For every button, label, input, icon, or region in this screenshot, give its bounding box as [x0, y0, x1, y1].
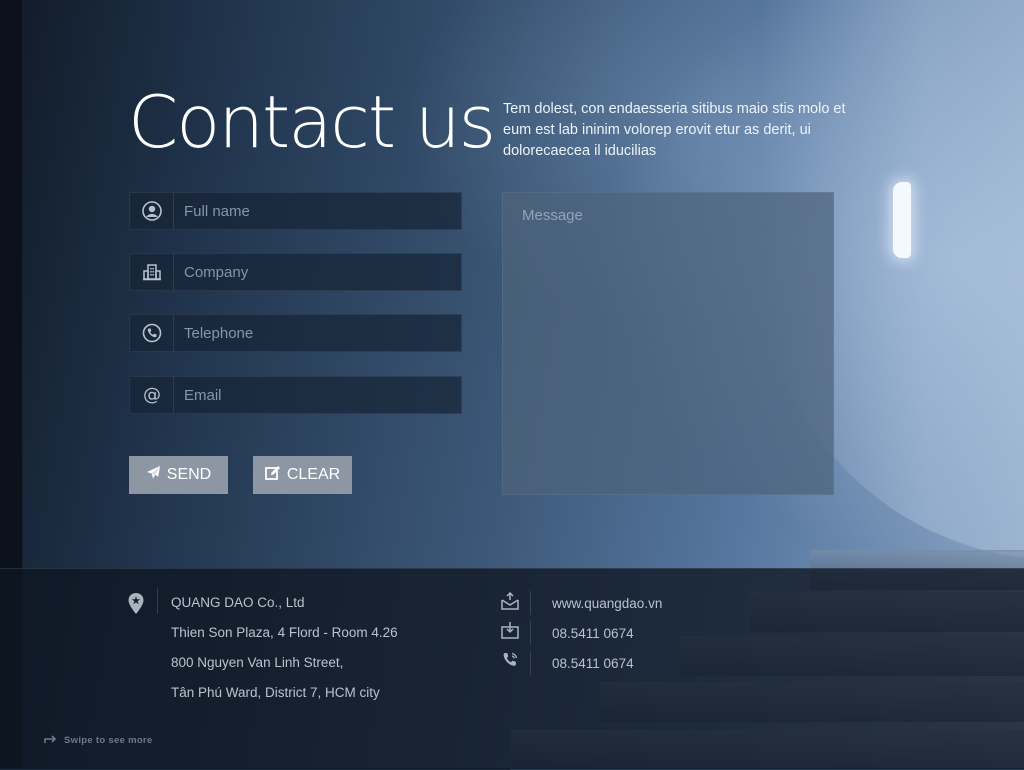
phone-icon [130, 315, 174, 351]
fax-number[interactable]: 08.5411 0674 [552, 626, 634, 641]
address-line-2: 800 Nguyen Van Linh Street, [171, 655, 344, 670]
paper-plane-icon [146, 465, 161, 485]
map-pin-icon [127, 592, 145, 621]
telephone-field[interactable] [129, 314, 462, 352]
email-field[interactable]: @ [129, 376, 462, 414]
company-field[interactable] [129, 253, 462, 291]
intro-text: Tem dolest, con endaesseria sitibus maio… [503, 101, 846, 159]
address-company: QUANG DAO Co., Ltd [171, 595, 305, 610]
svg-text:@: @ [143, 385, 161, 405]
swipe-hint-label: Swipe to see more [64, 735, 153, 746]
user-icon [130, 193, 174, 229]
contact-divider [530, 651, 531, 675]
edit-icon [264, 465, 281, 486]
contact-divider [530, 621, 531, 645]
address-line-3: Tân Phú Ward, District 7, HCM city [171, 685, 380, 700]
address-divider [157, 588, 158, 614]
phone-number[interactable]: 08.5411 0674 [552, 656, 634, 671]
full-name-input[interactable] [174, 193, 461, 229]
clear-button[interactable]: CLEAR [253, 456, 352, 494]
background-light [893, 182, 911, 258]
message-textarea[interactable] [502, 192, 834, 495]
page-title: Contact us [128, 80, 496, 164]
building-icon [130, 254, 174, 290]
phone-icon [500, 651, 520, 674]
swipe-hint[interactable]: Swipe to see more [44, 734, 153, 747]
send-label: SEND [166, 466, 212, 483]
arrow-right-icon [44, 734, 58, 747]
website-text[interactable]: www.quangdao.vn [552, 596, 662, 611]
clear-label: CLEAR [286, 466, 341, 483]
at-icon: @ [130, 377, 174, 413]
address-line-1: Thien Son Plaza, 4 Flord - Room 4.26 [171, 625, 398, 640]
company-input[interactable] [174, 254, 461, 290]
email-input[interactable] [174, 377, 461, 413]
contact-divider [530, 591, 531, 615]
mail-icon [500, 591, 520, 615]
telephone-input[interactable] [174, 315, 461, 351]
send-button[interactable]: SEND [129, 456, 228, 494]
full-name-field[interactable] [129, 192, 462, 230]
fax-icon [500, 621, 520, 644]
